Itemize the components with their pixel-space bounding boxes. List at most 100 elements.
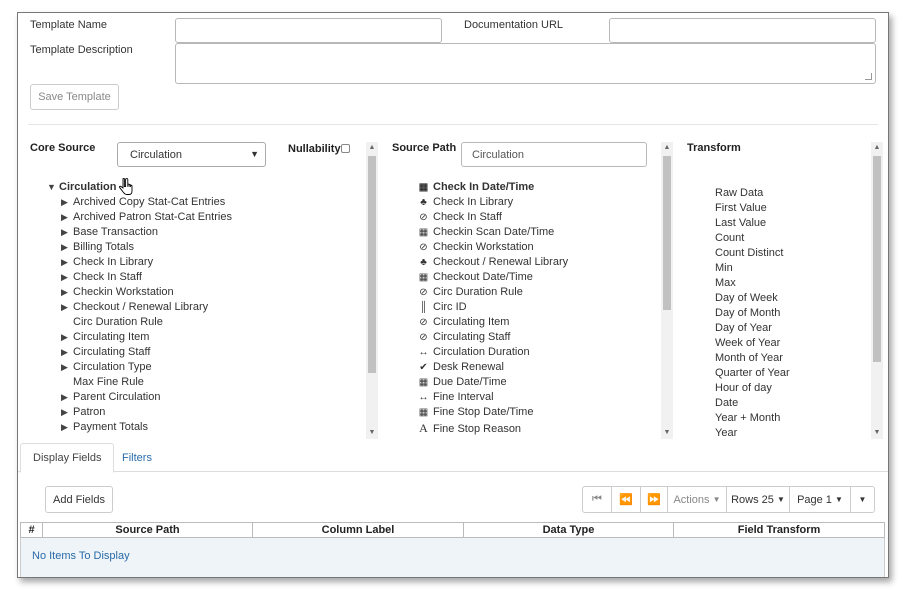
triangle-right-icon[interactable]: ▶ bbox=[61, 197, 73, 208]
tree-node[interactable]: ▶ Patron bbox=[61, 406, 105, 418]
source-path-item[interactable]: A Fine Stop Reason bbox=[418, 421, 521, 436]
transform-item[interactable]: Date bbox=[715, 397, 738, 409]
transform-item[interactable]: Day of Week bbox=[715, 292, 778, 304]
source-path-item[interactable]: ↔ Circulation Duration bbox=[418, 346, 530, 358]
transform-item[interactable]: Raw Data bbox=[715, 187, 763, 199]
tree-node[interactable]: ▶ Parent Circulation bbox=[61, 391, 160, 403]
source-path-item[interactable]: ⊘ Check In Staff bbox=[418, 211, 502, 223]
actions-dropdown[interactable]: Actions ▼ bbox=[667, 486, 727, 513]
tree-node[interactable]: ▶ Circulating Staff bbox=[61, 346, 150, 358]
transform-item[interactable]: Max bbox=[715, 277, 736, 289]
triangle-down-icon[interactable]: ▼ bbox=[47, 182, 59, 192]
tree-node[interactable]: ▶ Circulation Type bbox=[61, 361, 152, 373]
scrollbar-thumb[interactable] bbox=[663, 156, 671, 310]
transform-item[interactable]: Day of Year bbox=[715, 322, 772, 334]
scrollbar-thumb[interactable] bbox=[368, 156, 376, 373]
transform-item[interactable]: Quarter of Year bbox=[715, 367, 790, 379]
source-path-item[interactable]: ↔ Fine Interval bbox=[418, 391, 494, 403]
tree-node[interactable]: ▶ Payment Totals bbox=[61, 421, 148, 433]
transform-item[interactable]: Last Value bbox=[715, 217, 766, 229]
transform-item[interactable]: First Value bbox=[715, 202, 767, 214]
transform-item[interactable]: Month of Year bbox=[715, 352, 783, 364]
source-path-item[interactable]: ▦ Fine Stop Date/Time bbox=[418, 406, 534, 418]
column-header-index[interactable]: # bbox=[21, 523, 43, 537]
source-path-search-input[interactable] bbox=[461, 142, 647, 167]
column-header-field-transform[interactable]: Field Transform bbox=[674, 523, 884, 537]
transform-item[interactable]: Year bbox=[715, 427, 737, 439]
core-source-select[interactable]: Circulation ▼ bbox=[117, 142, 266, 167]
transform-item[interactable]: Day of Month bbox=[715, 307, 780, 319]
source-path-item[interactable]: ✔ Desk Renewal bbox=[418, 361, 504, 373]
source-path-item[interactable]: ▦ Due Date/Time bbox=[418, 376, 507, 388]
rows-dropdown[interactable]: Rows 25 ▼ bbox=[726, 486, 790, 513]
source-path-item[interactable]: ▦ Checkout Date/Time bbox=[418, 271, 533, 283]
source-path-item[interactable]: ⊘ Circ Duration Rule bbox=[418, 286, 523, 298]
core-source-scrollbar[interactable]: ▲ ▼ bbox=[366, 142, 378, 439]
tree-node[interactable]: ▶ Archived Patron Stat-Cat Entries bbox=[61, 211, 232, 223]
transform-item[interactable]: Week of Year bbox=[715, 337, 780, 349]
add-fields-button[interactable]: Add Fields bbox=[45, 486, 113, 513]
triangle-right-icon[interactable]: ▶ bbox=[61, 332, 73, 343]
tab-display-fields[interactable]: Display Fields bbox=[20, 443, 115, 473]
save-template-button[interactable]: Save Template bbox=[30, 84, 119, 110]
previous-page-icon[interactable]: ⏪ bbox=[611, 486, 641, 513]
source-path-item[interactable]: ♣ Check In Library bbox=[418, 196, 513, 208]
triangle-right-icon[interactable]: ▶ bbox=[61, 422, 73, 433]
source-path-item[interactable]: ⊘ Checkin Workstation bbox=[418, 241, 533, 253]
nullability-checkbox[interactable] bbox=[341, 144, 350, 153]
tree-node[interactable]: Max Fine Rule bbox=[61, 376, 144, 388]
source-path-item[interactable]: ⊘ Circulating Staff bbox=[418, 331, 510, 343]
first-page-icon[interactable]: ⏮ bbox=[582, 486, 612, 513]
tree-node[interactable]: Circ Duration Rule bbox=[61, 316, 163, 328]
column-header-source-path[interactable]: Source Path bbox=[43, 523, 253, 537]
column-header-data-type[interactable]: Data Type bbox=[464, 523, 674, 537]
next-page-icon[interactable]: ⏩ bbox=[640, 486, 668, 513]
source-path-item[interactable]: ⊘ Circulating Item bbox=[418, 316, 509, 328]
scroll-up-icon[interactable]: ▲ bbox=[366, 142, 378, 154]
tree-node[interactable]: ▶ Checkout / Renewal Library bbox=[61, 301, 208, 313]
transform-item[interactable]: Count bbox=[715, 232, 744, 244]
documentation-url-input[interactable] bbox=[609, 18, 876, 43]
tree-node[interactable]: ▶ Circulating Item bbox=[61, 331, 149, 343]
transform-scrollbar[interactable]: ▲ ▼ bbox=[871, 142, 883, 439]
source-path-item[interactable]: ♣ Checkout / Renewal Library bbox=[418, 256, 568, 268]
triangle-right-icon[interactable]: ▶ bbox=[61, 287, 73, 298]
triangle-right-icon[interactable]: ▶ bbox=[61, 242, 73, 253]
tree-root-circulation[interactable]: ▼ Circulation bbox=[47, 181, 116, 193]
triangle-right-icon[interactable]: ▶ bbox=[61, 272, 73, 283]
source-path-scrollbar[interactable]: ▲ ▼ bbox=[661, 142, 673, 439]
scroll-up-icon[interactable]: ▲ bbox=[661, 142, 673, 154]
scrollbar-thumb[interactable] bbox=[873, 156, 881, 362]
source-path-item[interactable]: ▦ Check In Date/Time bbox=[418, 181, 535, 193]
triangle-right-icon[interactable]: ▶ bbox=[61, 257, 73, 268]
template-name-input[interactable] bbox=[175, 18, 442, 43]
triangle-right-icon[interactable]: ▶ bbox=[61, 227, 73, 238]
tree-node[interactable]: ▶ Check In Staff bbox=[61, 271, 142, 283]
triangle-right-icon[interactable]: ▶ bbox=[61, 212, 73, 223]
triangle-right-icon[interactable]: ▶ bbox=[61, 392, 73, 403]
tree-node[interactable]: ▶ Billing Totals bbox=[61, 241, 134, 253]
template-description-textarea[interactable] bbox=[175, 43, 876, 84]
transform-item[interactable]: Year + Month bbox=[715, 412, 780, 424]
triangle-right-icon[interactable]: ▶ bbox=[61, 347, 73, 358]
column-menu-dropdown[interactable]: ▼ bbox=[850, 486, 875, 513]
scroll-down-icon[interactable]: ▼ bbox=[366, 427, 378, 439]
column-header-column-label[interactable]: Column Label bbox=[253, 523, 464, 537]
transform-item[interactable]: Min bbox=[715, 262, 733, 274]
tree-node[interactable]: ▶ Base Transaction bbox=[61, 226, 158, 238]
source-path-item[interactable]: ║ Circ ID bbox=[418, 301, 467, 313]
triangle-right-icon[interactable]: ▶ bbox=[61, 302, 73, 313]
resize-grip-icon[interactable] bbox=[865, 73, 872, 80]
scroll-down-icon[interactable]: ▼ bbox=[871, 427, 883, 439]
source-path-item[interactable]: ▦ Checkin Scan Date/Time bbox=[418, 226, 555, 238]
scroll-down-icon[interactable]: ▼ bbox=[661, 427, 673, 439]
tree-node[interactable]: ▶ Checkin Workstation bbox=[61, 286, 174, 298]
tree-node[interactable]: ▶ Archived Copy Stat-Cat Entries bbox=[61, 196, 225, 208]
page-dropdown[interactable]: Page 1 ▼ bbox=[789, 486, 851, 513]
transform-item[interactable]: Count Distinct bbox=[715, 247, 783, 259]
triangle-right-icon[interactable]: ▶ bbox=[61, 362, 73, 373]
scroll-up-icon[interactable]: ▲ bbox=[871, 142, 883, 154]
triangle-right-icon[interactable]: ▶ bbox=[61, 407, 73, 418]
tree-node[interactable]: ▶ Check In Library bbox=[61, 256, 153, 268]
tab-filters[interactable]: Filters bbox=[110, 443, 164, 473]
